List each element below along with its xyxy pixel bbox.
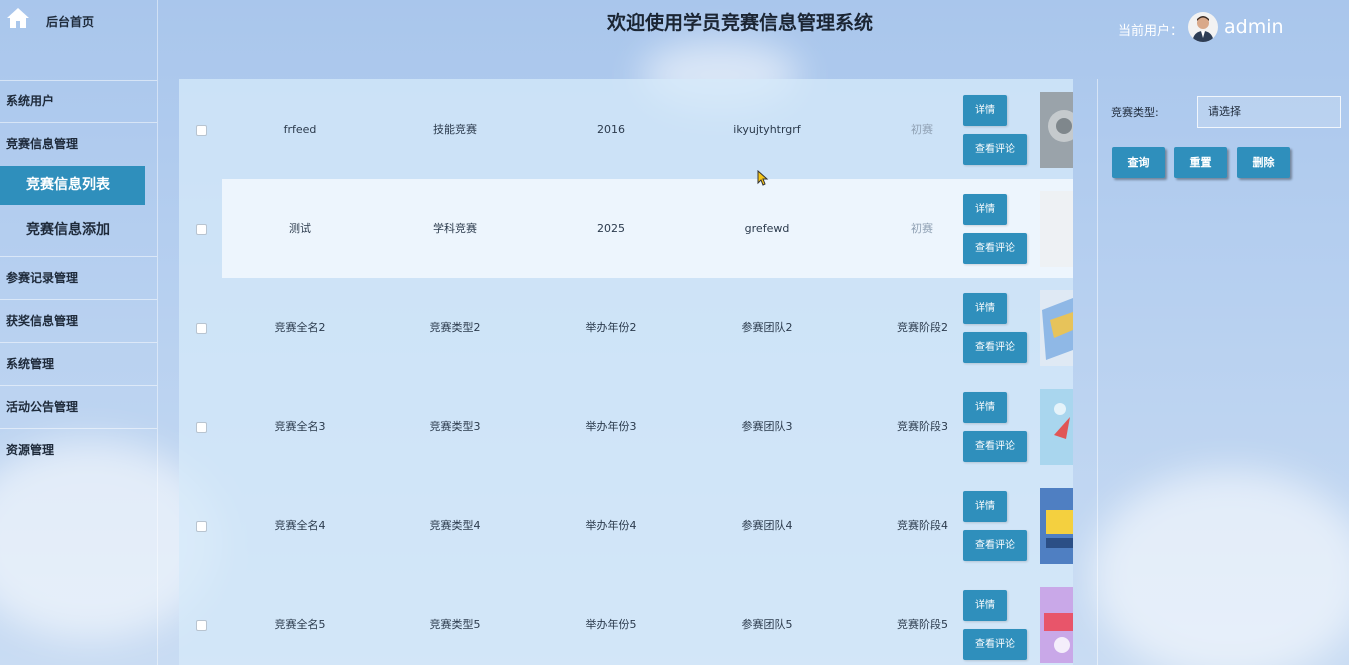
cell-name: 竞赛全名5 xyxy=(274,618,326,631)
view-comments-button[interactable]: 查看评论 xyxy=(963,431,1027,462)
cell-team: 参赛团队5 xyxy=(741,618,793,631)
cell-name: 竞赛全名2 xyxy=(274,321,326,334)
table-row: 竞赛全名2 竞赛类型2 举办年份2 参赛团队2 竞赛阶段2 详情 查看评论 xyxy=(179,278,1073,377)
cell-type: 技能竞赛 xyxy=(433,123,477,136)
sidebar-menu: 系统用户 竞赛信息管理 竞赛信息列表 竞赛信息添加 参赛记录管理 获奖信息管理 … xyxy=(0,80,157,472)
sidebar-item-participation-records[interactable]: 参赛记录管理 xyxy=(0,257,157,300)
cell-year: 2025 xyxy=(597,222,625,235)
row-checkbox[interactable] xyxy=(196,620,207,631)
competition-table: frfeed 技能竞赛 2016 ikyujtyhtrgrf 初赛 详情 查看评… xyxy=(179,79,1073,665)
thumbnail-image xyxy=(1044,613,1073,653)
filter-panel: 竞赛类型: 请选择 查询 重置 删除 xyxy=(1097,79,1349,665)
cell-team: grefewd xyxy=(744,222,790,235)
row-checkbox[interactable] xyxy=(196,422,207,433)
sidebar-item-announcements[interactable]: 活动公告管理 xyxy=(0,386,157,429)
cell-type: 竞赛类型5 xyxy=(429,618,481,631)
cell-year: 举办年份2 xyxy=(585,321,637,334)
detail-button[interactable]: 详情 xyxy=(963,590,1007,621)
competition-type-label: 竞赛类型: xyxy=(1111,106,1159,119)
current-user-label: 当前用户： xyxy=(1118,24,1184,39)
detail-button[interactable]: 详情 xyxy=(963,194,1007,225)
sidebar-item-system-management[interactable]: 系统管理 xyxy=(0,343,157,386)
table-row: 测试 学科竞赛 2025 grefewd 初赛 详情 查看评论 xyxy=(179,179,1073,278)
view-comments-button[interactable]: 查看评论 xyxy=(963,233,1027,264)
sidebar-submenu: 竞赛信息列表 竞赛信息添加 xyxy=(0,166,157,257)
cell-team: ikyujtyhtrgrf xyxy=(733,123,801,136)
sidebar-item-competition-info[interactable]: 竞赛信息管理 xyxy=(0,123,157,166)
competition-type-select[interactable]: 请选择 xyxy=(1197,96,1341,128)
current-user-name: admin xyxy=(1224,16,1284,38)
detail-button[interactable]: 详情 xyxy=(963,293,1007,324)
competition-thumbnail[interactable] xyxy=(1040,389,1073,465)
cell-year: 举办年份5 xyxy=(585,618,637,631)
home-link[interactable]: 后台首页 xyxy=(0,0,157,81)
competition-thumbnail[interactable] xyxy=(1040,587,1073,663)
home-icon xyxy=(7,8,29,28)
cell-name: 竞赛全名4 xyxy=(274,519,326,532)
cell-team: 参赛团队2 xyxy=(741,321,793,334)
sidebar: 后台首页 系统用户 竞赛信息管理 竞赛信息列表 竞赛信息添加 参赛记录管理 获奖… xyxy=(0,0,158,665)
cell-team: 参赛团队3 xyxy=(741,420,793,433)
row-checkbox[interactable] xyxy=(196,125,207,136)
competition-thumbnail[interactable] xyxy=(1040,191,1073,267)
cell-name: frfeed xyxy=(283,123,317,136)
row-checkbox[interactable] xyxy=(196,224,207,235)
mouse-cursor-icon xyxy=(757,170,769,186)
avatar[interactable] xyxy=(1188,12,1218,42)
search-button[interactable]: 查询 xyxy=(1112,147,1165,178)
thumbnail-image xyxy=(1048,110,1073,142)
table-row: 竞赛全名4 竞赛类型4 举办年份4 参赛团队4 竞赛阶段4 详情 查看评论 xyxy=(179,476,1073,575)
cell-name: 测试 xyxy=(289,222,311,235)
cell-stage: 初赛 xyxy=(911,123,933,136)
view-comments-button[interactable]: 查看评论 xyxy=(963,530,1027,561)
competition-thumbnail[interactable] xyxy=(1040,92,1073,168)
page-title: 欢迎使用学员竞赛信息管理系统 xyxy=(606,12,873,34)
cell-type: 学科竞赛 xyxy=(433,222,477,235)
thumbnail-image xyxy=(1042,298,1073,360)
sidebar-subitem-competition-add[interactable]: 竞赛信息添加 xyxy=(0,211,145,250)
reset-button[interactable]: 重置 xyxy=(1174,147,1227,178)
cell-stage: 竞赛阶段4 xyxy=(897,519,948,532)
sidebar-item-award-info[interactable]: 获奖信息管理 xyxy=(0,300,157,343)
cell-year: 举办年份4 xyxy=(585,519,637,532)
cell-name: 竞赛全名3 xyxy=(274,420,326,433)
sidebar-subitem-competition-list[interactable]: 竞赛信息列表 xyxy=(0,166,145,205)
cell-stage: 初赛 xyxy=(911,222,933,235)
detail-button[interactable]: 详情 xyxy=(963,392,1007,423)
home-label: 后台首页 xyxy=(46,15,95,29)
table-row: frfeed 技能竞赛 2016 ikyujtyhtrgrf 初赛 详情 查看评… xyxy=(179,80,1073,179)
cell-year: 举办年份3 xyxy=(585,420,637,433)
detail-button[interactable]: 详情 xyxy=(963,95,1007,126)
detail-button[interactable]: 详情 xyxy=(963,491,1007,522)
row-checkbox[interactable] xyxy=(196,323,207,334)
row-checkbox[interactable] xyxy=(196,521,207,532)
view-comments-button[interactable]: 查看评论 xyxy=(963,629,1027,660)
sidebar-item-system-users[interactable]: 系统用户 xyxy=(0,80,157,123)
cell-stage: 竞赛阶段5 xyxy=(897,618,948,631)
cell-type: 竞赛类型2 xyxy=(429,321,481,334)
competition-thumbnail[interactable] xyxy=(1040,290,1073,366)
view-comments-button[interactable]: 查看评论 xyxy=(963,332,1027,363)
cell-type: 竞赛类型3 xyxy=(429,420,481,433)
avatar-icon xyxy=(1192,16,1214,42)
cell-type: 竞赛类型4 xyxy=(429,519,481,532)
cell-stage: 竞赛阶段2 xyxy=(897,321,948,334)
table-row: 竞赛全名3 竞赛类型3 举办年份3 参赛团队3 竞赛阶段3 详情 查看评论 xyxy=(179,377,1073,476)
cell-team: 参赛团队4 xyxy=(741,519,793,532)
competition-thumbnail[interactable] xyxy=(1040,488,1073,564)
thumbnail-image xyxy=(1054,403,1070,439)
view-comments-button[interactable]: 查看评论 xyxy=(963,134,1027,165)
thumbnail-image xyxy=(1046,510,1073,548)
delete-button[interactable]: 删除 xyxy=(1237,147,1290,178)
cell-year: 2016 xyxy=(597,123,625,136)
cell-stage: 竞赛阶段3 xyxy=(897,420,948,433)
table-row: 竞赛全名5 竞赛类型5 举办年份5 参赛团队5 竞赛阶段5 详情 查看评论 xyxy=(179,575,1073,665)
sidebar-item-resources[interactable]: 资源管理 xyxy=(0,429,157,472)
